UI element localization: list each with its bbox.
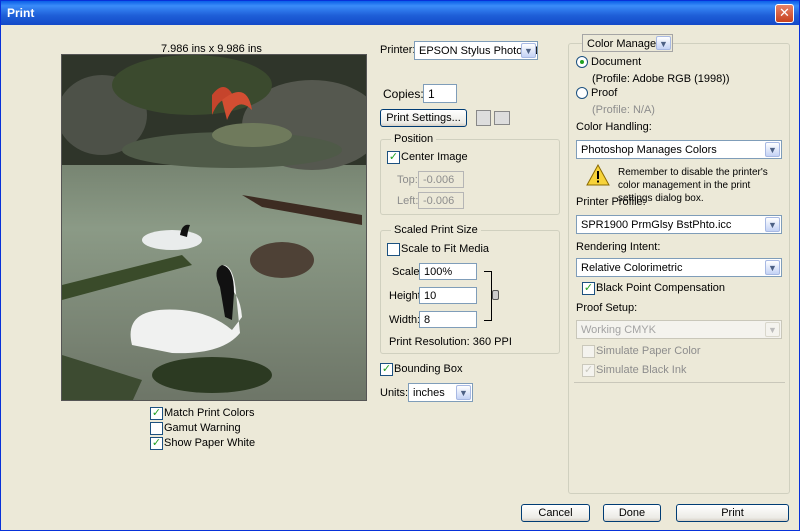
position-title: Position [391,133,437,145]
close-button[interactable]: ✕ [775,4,794,23]
title-bar: Print ✕ [1,1,799,25]
scale-label: Scale: [392,266,423,278]
print-resolution: Print Resolution: 360 PPI [389,336,512,348]
print-button[interactable]: Print [676,504,789,522]
chain-link-icon[interactable] [492,290,499,300]
proof-setup-value: Working CMYK [581,324,656,336]
print-settings-button[interactable]: Print Settings... [380,109,467,127]
width-input[interactable]: 8 [419,311,477,328]
rendering-intent-value: Relative Colorimetric [581,262,683,274]
chevron-down-icon: ▼ [456,385,471,400]
document-radio[interactable] [576,56,588,68]
chevron-down-icon: ▼ [521,43,536,58]
portrait-orientation-icon[interactable] [476,110,491,126]
chevron-down-icon: ▼ [765,322,780,337]
color-handling-select[interactable]: Photoshop Manages Colors ▼ [576,140,782,159]
show-paper-white-checkbox[interactable]: ✓ [150,437,163,450]
color-handling-label: Color Handling: [576,121,652,133]
simulate-paper-color-checkbox[interactable] [582,345,595,358]
height-input[interactable]: 10 [419,287,477,304]
gamut-warning-checkbox[interactable] [150,422,163,435]
show-paper-white-label: Show Paper White [164,437,256,449]
simulate-black-ink-label: Simulate Black Ink [596,364,687,376]
proof-profile: (Profile: N/A) [592,104,655,116]
left-input[interactable]: -0.006 [418,192,464,209]
chevron-down-icon: ▼ [765,260,780,275]
match-print-colors-checkbox[interactable]: ✓ [150,407,163,420]
top-input[interactable]: -0.006 [418,171,464,188]
scale-to-fit-checkbox[interactable] [387,243,400,256]
black-point-compensation-checkbox[interactable]: ✓ [582,282,595,295]
document-profile: (Profile: Adobe RGB (1998)) [592,73,730,85]
bounding-box-checkbox[interactable]: ✓ [380,363,393,376]
left-label: Left: [397,195,419,207]
chevron-down-icon: ▼ [765,142,780,157]
width-label: Width: [389,314,421,326]
cancel-button[interactable]: Cancel [521,504,590,522]
landscape-orientation-icon[interactable] [494,111,510,125]
simulate-black-ink-checkbox[interactable]: ✓ [582,364,595,377]
scale-to-fit-label: Scale to Fit Media [401,243,490,255]
printer-label: Printer: [380,44,416,56]
printer-profile-select[interactable]: SPR1900 PrmGlsy BstPhto.icc ▼ [576,215,782,234]
link-bracket [484,271,492,321]
gamut-warning-label: Gamut Warning [164,422,241,434]
scaled-print-size-title: Scaled Print Size [391,224,481,236]
proof-setup-label: Proof Setup: [576,302,638,314]
copies-input[interactable]: 1 [423,84,457,103]
bounding-box-label: Bounding Box [394,363,463,375]
units-value: inches [413,387,445,399]
divider [574,382,785,383]
printer-profile-label: Printer Profile: [576,196,646,208]
rendering-intent-label: Rendering Intent: [576,241,661,253]
match-print-colors-label: Match Print Colors [164,407,255,419]
warning-icon [586,163,610,186]
chevron-down-icon: ▼ [656,36,671,50]
printer-select[interactable]: EPSON Stylus Photo R190... ▼ [414,41,538,60]
document-label: Document [591,56,642,68]
center-image-label: Center Image [401,151,468,163]
rendering-intent-select[interactable]: Relative Colorimetric ▼ [576,258,782,277]
chevron-down-icon: ▼ [765,217,780,232]
black-point-compensation-label: Black Point Compensation [596,282,726,294]
color-handling-value: Photoshop Manages Colors [581,144,717,156]
simulate-paper-color-label: Simulate Paper Color [596,345,701,357]
window-title: Print [7,6,35,20]
scale-input[interactable]: 100% [419,263,477,280]
center-image-checkbox[interactable]: ✓ [387,151,400,164]
units-select[interactable]: inches ▼ [408,383,473,402]
print-preview-image [61,54,367,401]
proof-setup-select[interactable]: Working CMYK ▼ [576,320,782,339]
top-label: Top: [397,174,418,186]
copies-label: Copies: [383,87,424,101]
done-button[interactable]: Done [603,504,661,522]
close-icon: ✕ [779,5,790,20]
units-label: Units: [380,387,409,399]
proof-label: Proof [591,87,618,99]
printer-profile-value: SPR1900 PrmGlsy BstPhto.icc [581,219,732,231]
color-management-select[interactable]: Color Management ▼ [582,34,673,52]
print-dialog: Print ✕ 7.986 ins x 9.986 ins ✓ Match Pr… [0,0,800,531]
proof-radio[interactable] [576,87,588,99]
